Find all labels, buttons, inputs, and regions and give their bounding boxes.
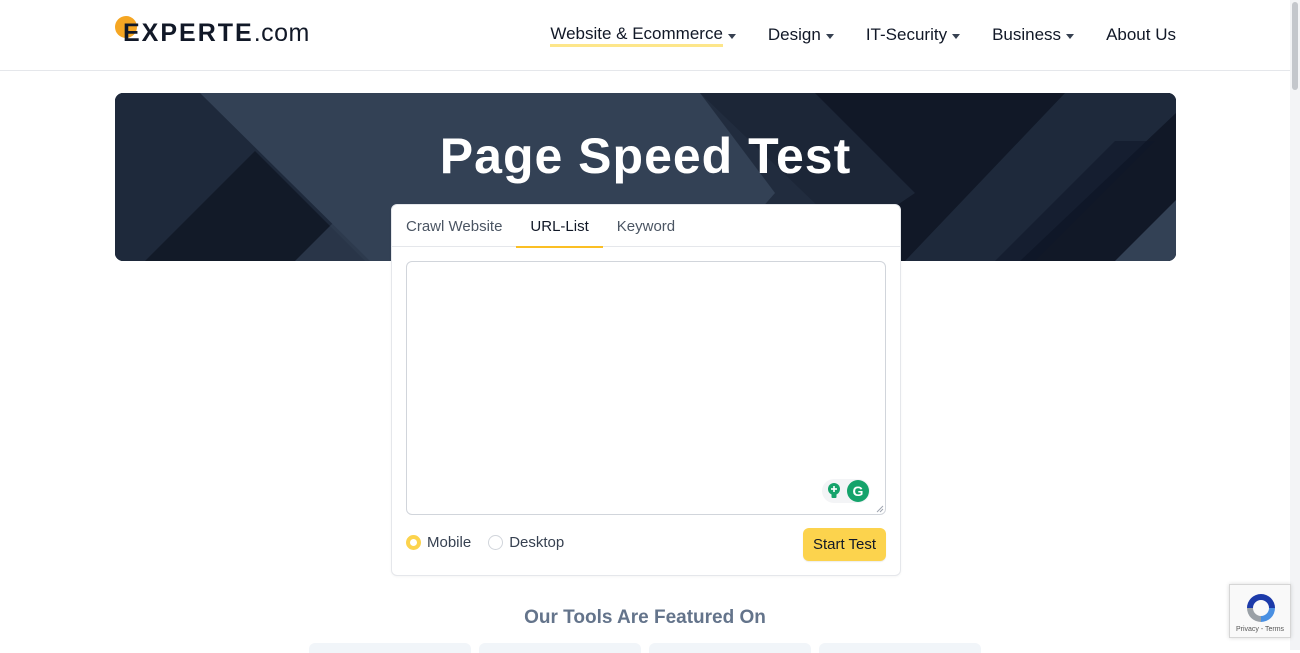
nav-label: Website & Ecommerce (550, 24, 723, 47)
page-scrollbar[interactable] (1290, 0, 1300, 650)
featured-logo-box (479, 643, 641, 653)
nav-label: IT-Security (865, 25, 948, 44)
nav-label: Business (992, 25, 1062, 44)
tab-crawl-website[interactable]: Crawl Website (392, 205, 516, 247)
site-logo[interactable]: EXPERTE .com (115, 16, 310, 50)
caret-down-icon (1066, 33, 1075, 39)
lightbulb-plus-icon[interactable] (825, 482, 843, 500)
nav-item-about-us[interactable]: About Us (1106, 22, 1176, 48)
speed-test-form: Crawl Website URL-List Keyword G Mobile … (391, 204, 901, 576)
tab-keyword[interactable]: Keyword (603, 205, 689, 247)
radio-mobile[interactable] (406, 534, 421, 550)
nav-label: About Us (1106, 25, 1176, 44)
recaptcha-icon (1247, 594, 1275, 622)
featured-logo-box (649, 643, 811, 653)
featured-logo-box (819, 643, 981, 653)
caret-down-icon (952, 33, 961, 39)
recaptcha-privacy-terms[interactable]: Privacy - Terms (1230, 626, 1290, 633)
nav-item-website-ecommerce[interactable]: Website & Ecommerce (550, 22, 736, 48)
caret-down-icon (727, 33, 736, 39)
nav-label: Design (767, 25, 821, 44)
tab-url-list[interactable]: URL-List (516, 205, 604, 248)
recaptcha-badge[interactable]: Privacy - Terms (1229, 584, 1291, 638)
featured-logos (309, 643, 981, 653)
grammarly-icon[interactable]: G (847, 480, 869, 502)
featured-heading: Our Tools Are Featured On (524, 607, 766, 628)
nav-item-business[interactable]: Business (992, 22, 1075, 48)
url-list-input[interactable] (406, 261, 886, 515)
nav-item-design[interactable]: Design (768, 22, 834, 48)
scrollbar-thumb[interactable] (1292, 2, 1298, 90)
start-test-button[interactable]: Start Test (803, 528, 886, 561)
radio-desktop-label[interactable]: Desktop (509, 534, 564, 551)
input-mode-tabs: Crawl Website URL-List Keyword (392, 205, 900, 248)
grammarly-widget[interactable]: G (822, 479, 870, 503)
caret-down-icon (825, 33, 834, 39)
device-selector: Mobile Desktop (406, 533, 581, 551)
page-title: Page Speed Test (439, 128, 852, 184)
featured-logo-box (309, 643, 471, 653)
logo-wordmark: EXPERTE (123, 19, 254, 47)
site-header: EXPERTE .com Website & Ecommerce Design … (0, 0, 1290, 71)
radio-desktop[interactable] (488, 534, 504, 550)
nav-item-it-security[interactable]: IT-Security (865, 22, 961, 48)
main-nav: Website & Ecommerce Design IT-Security B… (518, 22, 1176, 48)
resize-grip-icon[interactable] (876, 505, 884, 513)
logo-tld: .com (253, 19, 310, 47)
radio-mobile-label[interactable]: Mobile (427, 534, 471, 551)
